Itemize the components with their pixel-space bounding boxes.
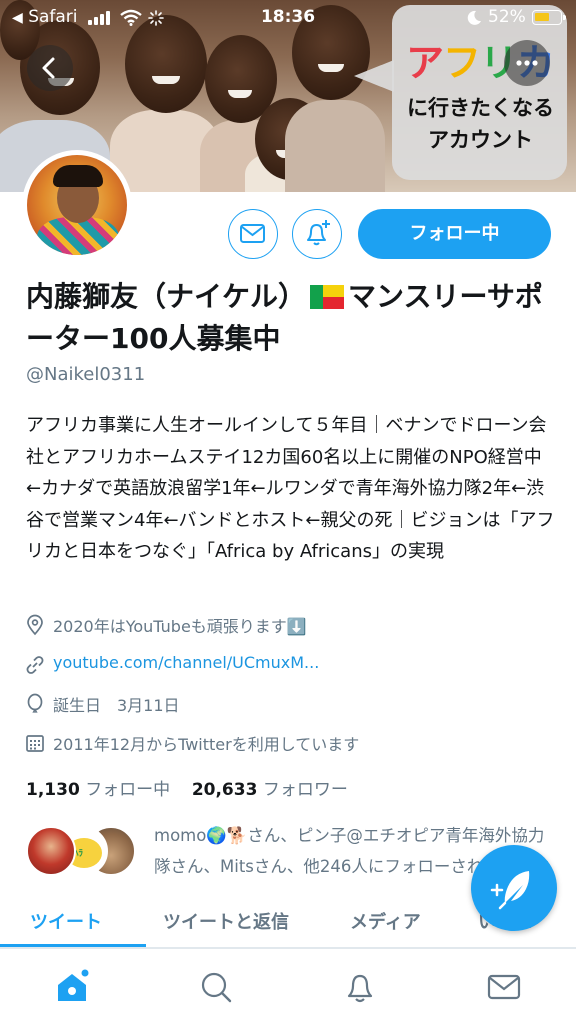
more-horizontal-icon [516, 60, 538, 66]
benin-flag-icon [310, 285, 345, 309]
nav-messages[interactable] [484, 967, 524, 1007]
back-button[interactable] [27, 45, 73, 91]
avatar[interactable] [22, 150, 132, 260]
speech-bubble-tail [354, 60, 394, 92]
birthday-text: 誕生日 3月11日 [53, 696, 180, 715]
following-button[interactable]: フォロー中 [358, 209, 551, 259]
mail-icon [240, 224, 265, 243]
compose-tweet-button[interactable] [471, 845, 557, 931]
feather-icon [490, 871, 530, 910]
home-icon [58, 969, 89, 1001]
followers-count: 20,633 [191, 780, 258, 800]
profile-name: 内藤獅友（ナイケル） マンスリーサポーター100人募集中 [26, 276, 556, 360]
link-icon [26, 656, 44, 674]
followers-label: フォロワー [262, 780, 348, 800]
more-button[interactable] [504, 40, 550, 86]
profile-link-text[interactable]: youtube.com/channel/UCmuxM... [53, 653, 319, 672]
profile-name-part1: 内藤獅友（ナイケル） [26, 280, 307, 313]
battery-percent: 52% [488, 7, 526, 27]
calendar-icon [26, 735, 44, 752]
message-button[interactable] [228, 209, 278, 259]
notify-button[interactable] [292, 209, 342, 259]
status-bar: ◀ Safari 18:36 52% [0, 0, 576, 34]
location-pin-icon [27, 614, 43, 636]
tab-tweets-replies[interactable]: ツイートと返信 [163, 908, 289, 934]
following-count: 1,130 [26, 780, 80, 800]
location-text: 2020年はYouTubeも頑張ります⬇️ [53, 617, 307, 636]
following-label: フォロー中 [85, 780, 171, 800]
mail-icon [487, 974, 521, 1000]
search-icon [201, 972, 232, 1003]
follower-avatar-1 [26, 826, 76, 876]
banner-line-1: に行きたくなる [407, 96, 554, 120]
chevron-left-icon [42, 57, 55, 79]
follow-stats: 1,130 フォロー中 20,633 フォロワー [26, 775, 348, 800]
active-tab-indicator [0, 944, 146, 947]
balloon-icon [27, 693, 43, 713]
profile-bio: アフリカ事業に人生オールインして５年目｜ベナンでドローン会社とアフリカホームステ… [26, 415, 555, 562]
tab-tweets[interactable]: ツイート [30, 908, 102, 934]
profile-handle: @Naikel0311 [26, 364, 146, 385]
banner-line-2: アカウント [428, 128, 533, 152]
following-link[interactable]: 1,130 フォロー中 [26, 780, 170, 800]
nav-search[interactable] [196, 967, 236, 1007]
nav-notifications[interactable] [340, 967, 380, 1007]
bell-icon [347, 974, 373, 1003]
followers-link[interactable]: 20,633 フォロワー [192, 780, 348, 800]
nav-home[interactable] [52, 967, 92, 1007]
battery-icon [532, 10, 566, 25]
bottom-navigation [0, 948, 576, 1024]
moon-icon [467, 10, 481, 25]
tab-media[interactable]: メディア [350, 908, 421, 934]
bell-plus-icon [307, 220, 330, 246]
joined-text: 2011年12月からTwitterを利用しています [53, 735, 360, 754]
